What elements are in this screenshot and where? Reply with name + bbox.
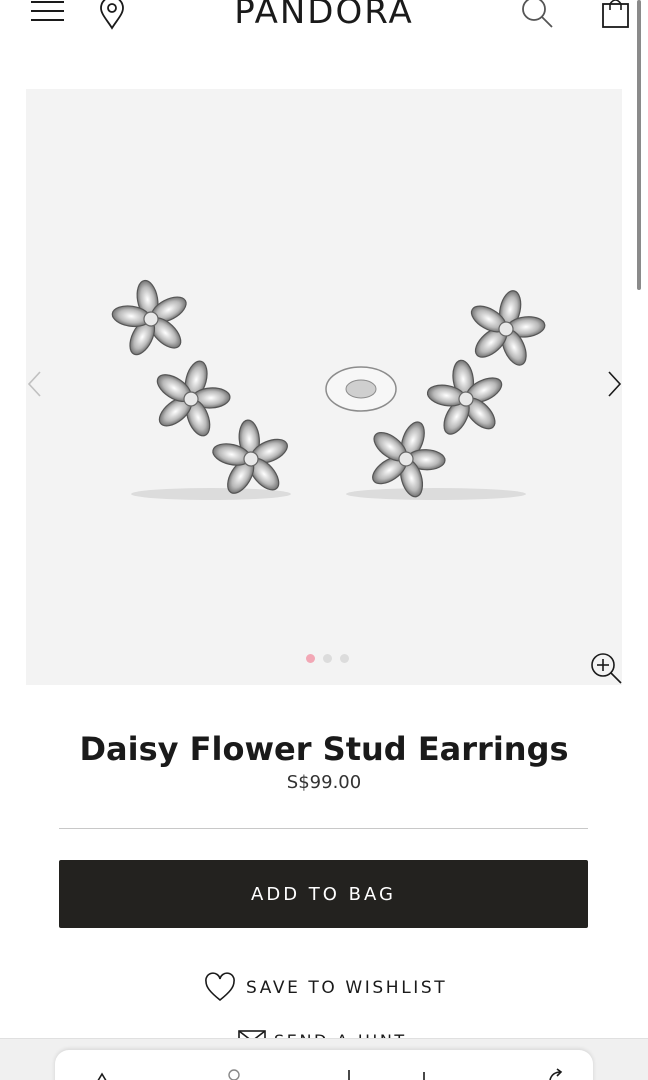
heart-icon xyxy=(205,972,235,1002)
share-icon[interactable] xyxy=(547,1068,565,1080)
save-to-wishlist-button[interactable]: SAVE TO WISHLIST xyxy=(204,970,447,1006)
gallery-next-arrow[interactable] xyxy=(604,369,624,399)
wishlist-label: SAVE TO WISHLIST xyxy=(246,978,448,998)
product-image xyxy=(104,273,555,509)
gallery-dot-1[interactable] xyxy=(306,654,315,663)
page-scrollbar[interactable] xyxy=(637,0,641,290)
product-price: S$99.00 xyxy=(286,772,362,793)
browser-toolbar xyxy=(55,1050,593,1080)
shopping-bag-icon[interactable] xyxy=(600,0,632,30)
zoom-in-icon[interactable] xyxy=(589,651,623,685)
search-icon[interactable] xyxy=(520,0,554,30)
bookmark-icon[interactable] xyxy=(340,1066,358,1080)
brand-logo[interactable]: PANDORA xyxy=(200,0,448,32)
back-icon[interactable] xyxy=(93,1066,111,1080)
hamburger-menu-icon[interactable] xyxy=(30,0,66,26)
add-to-bag-button[interactable]: ADD TO BAG xyxy=(59,860,588,928)
account-icon[interactable] xyxy=(225,1066,243,1080)
divider xyxy=(59,828,588,829)
gallery-prev-arrow[interactable] xyxy=(26,369,46,399)
product-title: Daisy Flower Stud Earrings xyxy=(79,730,569,768)
map-pin-icon[interactable] xyxy=(97,0,127,30)
gallery-pagination xyxy=(306,654,349,663)
gallery-dot-3[interactable] xyxy=(340,654,349,663)
product-gallery[interactable] xyxy=(26,89,622,685)
tabs-icon[interactable] xyxy=(415,1066,433,1080)
gallery-dot-2[interactable] xyxy=(323,654,332,663)
site-header: PANDORA xyxy=(0,0,648,40)
